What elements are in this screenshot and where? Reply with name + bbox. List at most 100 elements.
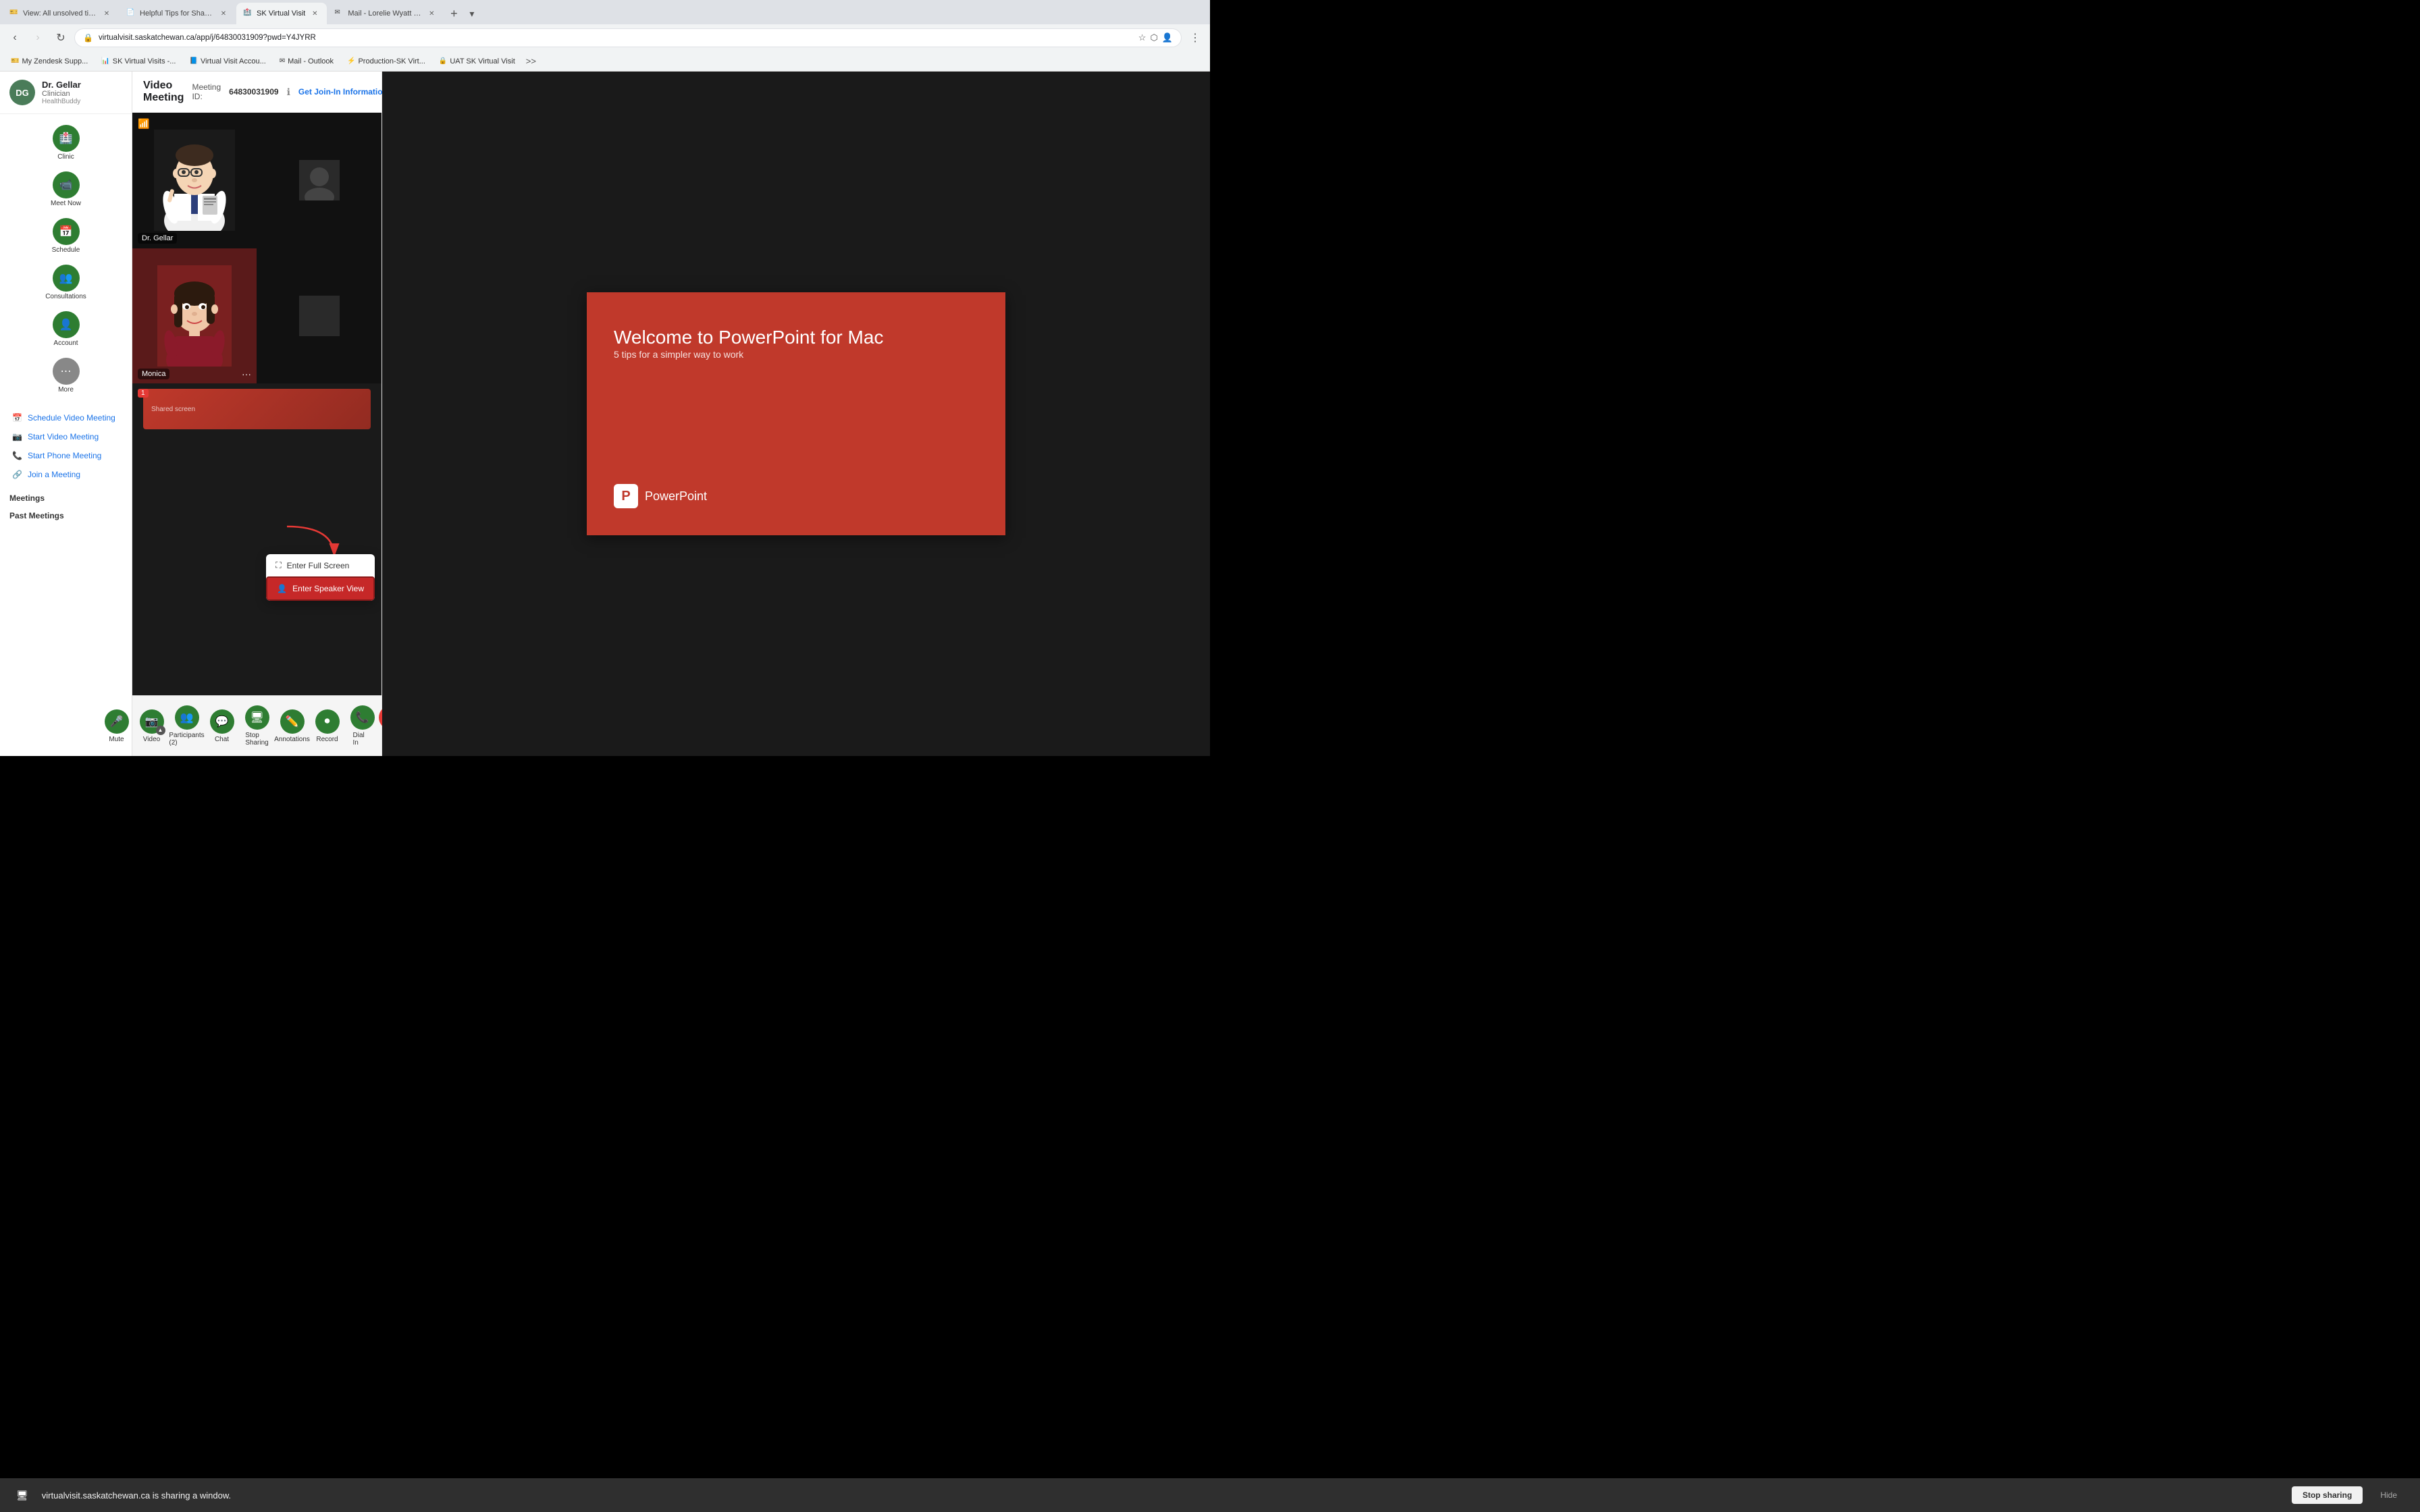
- tab-mail[interactable]: ✉ Mail - Lorelie Wyatt - ... ✕: [327, 3, 444, 24]
- meeting-info-button[interactable]: ℹ: [287, 86, 290, 98]
- stop-sharing-label: Stop Sharing: [245, 732, 268, 747]
- tab-zendesk[interactable]: 🎫 View: All unsolved tick... ✕: [3, 3, 119, 24]
- video-button[interactable]: 📷 ▲ Video: [136, 705, 168, 747]
- mute-button[interactable]: 🎤 Mute: [101, 705, 133, 747]
- ppt-slide-title: Welcome to PowerPoint for Mac: [614, 326, 978, 349]
- tab-helpful-tips[interactable]: 📄 Helpful Tips for Sharing ✕: [120, 3, 236, 24]
- ppt-slide-header: Welcome to PowerPoint for Mac 5 tips for…: [587, 292, 1005, 535]
- sidebar-item-meet-now[interactable]: 📹 Meet Now: [0, 166, 132, 213]
- start-phone-label: Start Phone Meeting: [28, 451, 101, 460]
- user-org: HealthBuddy: [42, 98, 122, 105]
- screen-share-label: Shared screen: [151, 406, 195, 413]
- video-tile-dr-gellar: 📶: [132, 113, 257, 248]
- bookmark-label-account: Virtual Visit Accou...: [201, 57, 266, 65]
- tab-close-helpful[interactable]: ✕: [218, 8, 229, 19]
- signal-strength-icon: 📶: [138, 118, 149, 130]
- dial-in-button[interactable]: 📞 Dial In: [346, 701, 379, 751]
- bookmark-account[interactable]: 📘 Virtual Visit Accou...: [184, 56, 271, 67]
- hide-notification-button[interactable]: Hide: [2373, 1486, 2404, 1504]
- link-join-meeting[interactable]: 🔗 Join a Meeting: [9, 466, 122, 483]
- patient-avatar: [157, 265, 232, 367]
- bookmark-uat[interactable]: 🔒 UAT SK Virtual Visit: [433, 56, 521, 67]
- tab-bar: 🎫 View: All unsolved tick... ✕ 📄 Helpful…: [0, 0, 1210, 24]
- tab-label-sk: SK Virtual Visit: [257, 9, 305, 18]
- profile-icon[interactable]: 👤: [1162, 32, 1173, 43]
- sidebar-item-more[interactable]: ⋯ More: [0, 352, 132, 399]
- context-menu: ⛶ Enter Full Screen 👤 Enter Speaker View: [266, 554, 375, 601]
- browser-chrome: 🎫 View: All unsolved tick... ✕ 📄 Helpful…: [0, 0, 1210, 72]
- empty-avatar-icon: [299, 160, 340, 200]
- bookmark-label-sk: SK Virtual Visits -...: [113, 57, 176, 65]
- more-icon: ⋯: [53, 358, 80, 385]
- extensions-button[interactable]: ⋮: [1186, 28, 1205, 47]
- participants-label: Participants (2): [169, 732, 204, 747]
- bookmark-mail[interactable]: ✉ Mail - Outlook: [274, 56, 339, 67]
- sidebar-item-account[interactable]: 👤 Account: [0, 306, 132, 352]
- meeting-id-value: 64830031909: [229, 87, 278, 97]
- tab-dropdown[interactable]: ▾: [467, 5, 477, 22]
- refresh-button[interactable]: ↻: [51, 28, 70, 47]
- back-button[interactable]: ‹: [5, 28, 24, 47]
- context-menu-speaker-view[interactable]: 👤 Enter Speaker View: [266, 576, 375, 601]
- annotations-button[interactable]: ✏️ Annotations: [276, 705, 309, 747]
- link-start-phone[interactable]: 📞 Start Phone Meeting: [9, 448, 122, 464]
- participant-more-button[interactable]: ···: [242, 369, 251, 379]
- sidebar-item-schedule[interactable]: 📅 Schedule: [0, 213, 132, 259]
- chat-button[interactable]: 💬 Chat: [206, 705, 238, 747]
- bookmarks-more-button[interactable]: >>: [523, 55, 539, 68]
- bookmark-label-prod: Production-SK Virt...: [358, 57, 425, 65]
- tab-label-zendesk: View: All unsolved tick...: [23, 9, 97, 18]
- doctor-avatar: [154, 130, 235, 231]
- participants-button[interactable]: 👥 Participants (2): [171, 701, 203, 751]
- tab-favicon-mail: ✉: [334, 9, 344, 18]
- tab-close-sk[interactable]: ✕: [309, 8, 320, 19]
- schedule-label: Schedule: [52, 246, 80, 254]
- link-start-video[interactable]: 📷 Start Video Meeting: [9, 429, 122, 445]
- meeting-toolbar: 🎤 Mute 📷 ▲ Video 👥 Participants (2) 💬 Ch…: [132, 695, 382, 756]
- tab-close-mail[interactable]: ✕: [426, 8, 437, 19]
- forward-button[interactable]: ›: [28, 28, 47, 47]
- sidebar-item-consultations[interactable]: 👥 Consultations: [0, 259, 132, 306]
- main-content: DG Dr. Gellar Clinician HealthBuddy 🏥 Cl…: [0, 72, 1210, 756]
- url-text: virtualvisit.saskatchewan.ca/app/j/64830…: [99, 34, 1133, 42]
- avatar: DG: [9, 80, 35, 105]
- clinic-label: Clinic: [57, 153, 74, 161]
- context-menu-fullscreen[interactable]: ⛶ Enter Full Screen: [266, 554, 375, 576]
- extension-icon[interactable]: ⬡: [1150, 32, 1157, 43]
- stop-sharing-notification-button[interactable]: Stop sharing: [2292, 1486, 2363, 1504]
- new-tab-button[interactable]: +: [444, 4, 463, 23]
- address-bar-icons: ☆ ⬡ 👤: [1138, 32, 1173, 43]
- tab-label-mail: Mail - Lorelie Wyatt - ...: [348, 9, 422, 18]
- get-join-info-button[interactable]: Get Join-In Information: [298, 87, 388, 97]
- bookmark-zendesk[interactable]: 🎫 My Zendesk Supp...: [5, 56, 93, 67]
- notification-bar: 🖥 virtualvisit.saskatchewan.ca is sharin…: [0, 1478, 2420, 1512]
- video-expand-icon: ▲: [156, 726, 165, 735]
- mute-label: Mute: [109, 736, 124, 743]
- notification-sharing-icon: 🖥: [16, 1490, 28, 1501]
- tab-close-zendesk[interactable]: ✕: [101, 8, 112, 19]
- stop-sharing-button[interactable]: 🖥 Stop Sharing: [241, 701, 273, 751]
- consultations-icon: 👥: [53, 265, 80, 292]
- chat-label: Chat: [215, 736, 229, 743]
- fullscreen-label: Enter Full Screen: [287, 561, 350, 570]
- bookmark-production[interactable]: ⚡ Production-SK Virt...: [342, 56, 431, 67]
- meet-now-icon: 📹: [53, 171, 80, 198]
- tab-sk-virtual-visit[interactable]: 🏥 SK Virtual Visit ✕: [236, 3, 327, 24]
- bookmark-star-icon[interactable]: ☆: [1138, 32, 1147, 43]
- record-button[interactable]: ⏺ Record: [311, 705, 344, 747]
- bookmark-sk-visits[interactable]: 📊 SK Virtual Visits -...: [96, 56, 181, 67]
- screen-share-preview: Shared screen: [143, 389, 371, 429]
- user-name: Dr. Gellar: [42, 80, 122, 90]
- link-schedule-video[interactable]: 📅 Schedule Video Meeting: [9, 410, 122, 426]
- address-input[interactable]: 🔒 virtualvisit.saskatchewan.ca/app/j/648…: [74, 28, 1182, 47]
- meet-now-label: Meet Now: [51, 200, 81, 207]
- annotations-icon: ✏️: [280, 709, 305, 734]
- sidebar-item-clinic[interactable]: 🏥 Clinic: [0, 119, 132, 166]
- empty-avatar-2-icon: [299, 296, 340, 336]
- video-icon: 📷 ▲: [140, 709, 164, 734]
- address-bar-row: ‹ › ↻ 🔒 virtualvisit.saskatchewan.ca/app…: [0, 24, 1210, 51]
- tab-label-helpful: Helpful Tips for Sharing: [140, 9, 214, 18]
- video-label: Video: [143, 736, 160, 743]
- meeting-area: Video Meeting Meeting ID: 64830031909 ℹ …: [132, 72, 382, 756]
- sidebar-header: DG Dr. Gellar Clinician HealthBuddy: [0, 72, 132, 114]
